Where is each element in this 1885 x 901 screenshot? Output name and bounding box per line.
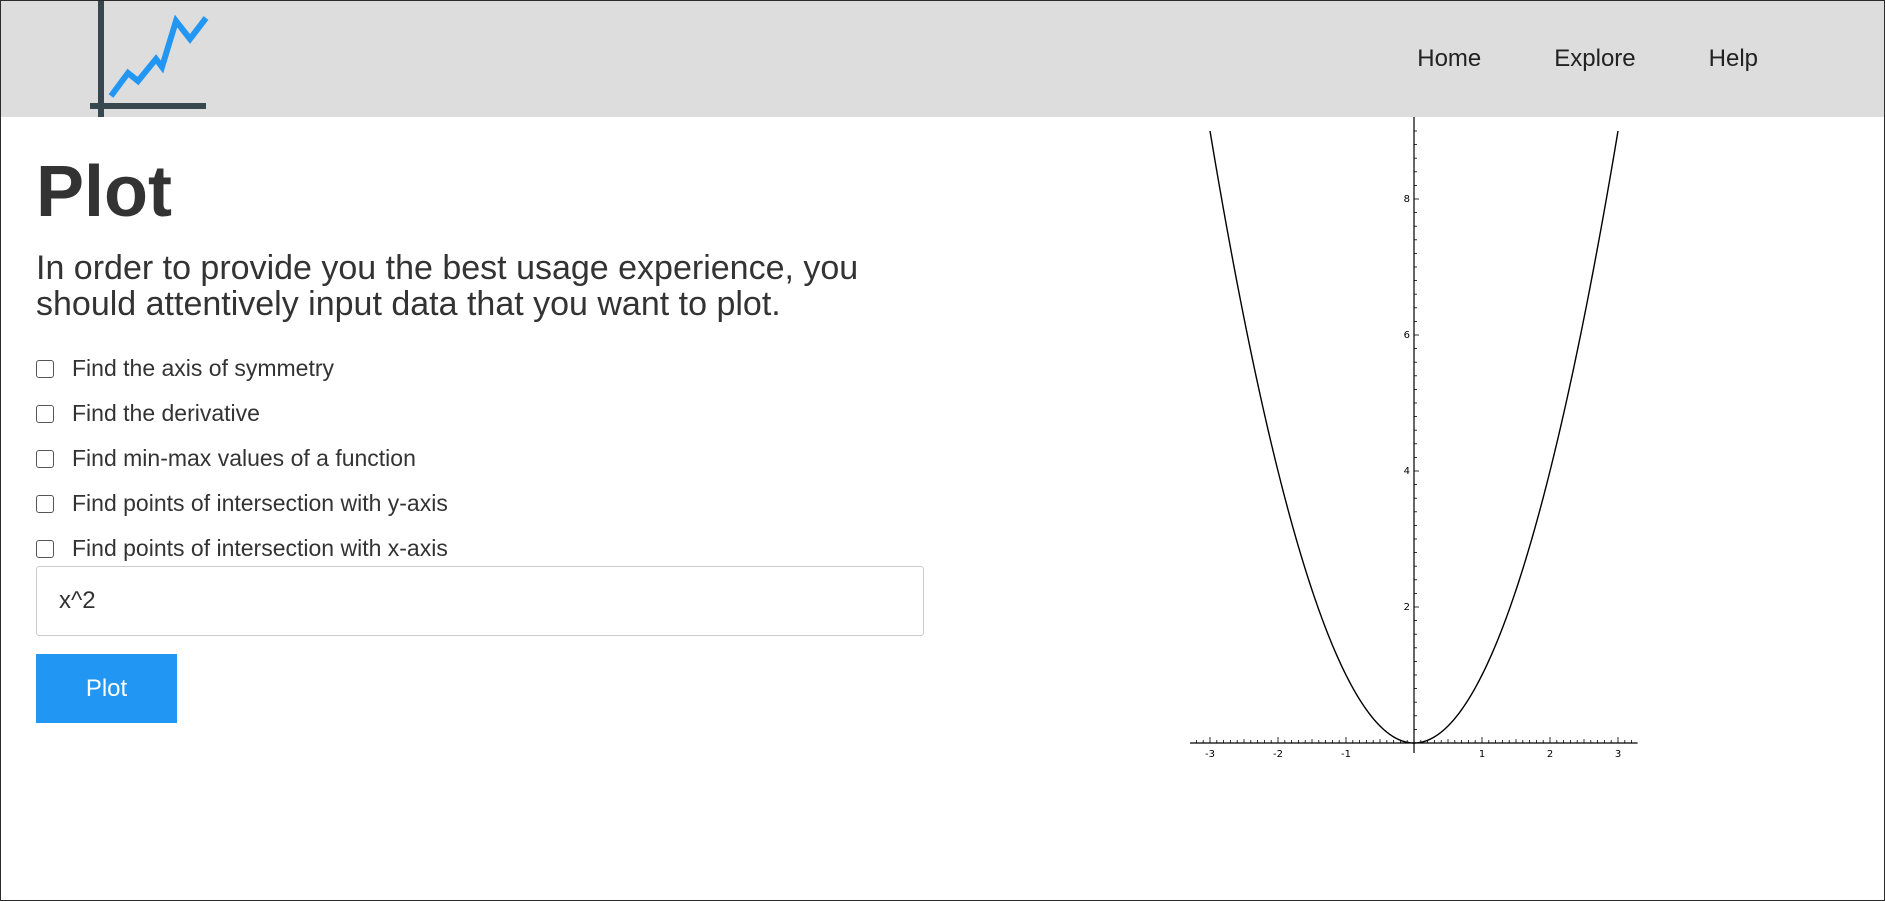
nav-explore-link[interactable]: Explore bbox=[1554, 41, 1635, 77]
checkbox-x-intersection[interactable] bbox=[36, 539, 54, 558]
function-plot: -3 -2 -1 1 2 3 2 4 6 8 bbox=[1190, 117, 1640, 767]
x-tick-label: -2 bbox=[1273, 749, 1283, 760]
y-tick-label: 6 bbox=[1404, 330, 1410, 341]
line-chart-icon[interactable] bbox=[86, 1, 216, 121]
nav-home-link[interactable]: Home bbox=[1417, 41, 1481, 77]
checkbox-derivative[interactable] bbox=[36, 404, 54, 423]
x-tick-label: 3 bbox=[1615, 749, 1621, 760]
option-axis-of-symmetry: Find the axis of symmetry bbox=[36, 346, 448, 391]
x-tick-label: 2 bbox=[1547, 749, 1553, 760]
y-tick-label: 2 bbox=[1404, 602, 1410, 613]
function-input[interactable] bbox=[36, 566, 924, 636]
plot-svg: -3 -2 -1 1 2 3 2 4 6 8 bbox=[1190, 117, 1638, 760]
x-tick-label: -3 bbox=[1205, 749, 1215, 760]
plot-button[interactable]: Plot bbox=[36, 654, 177, 723]
option-label: Find points of intersection with x-axis bbox=[72, 535, 448, 561]
checkbox-axis-of-symmetry[interactable] bbox=[36, 359, 54, 378]
option-label: Find min-max values of a function bbox=[72, 445, 416, 471]
options-list: Find the axis of symmetry Find the deriv… bbox=[36, 346, 448, 571]
x-tick-label: 1 bbox=[1479, 749, 1485, 760]
intro-text: In order to provide you the best usage e… bbox=[36, 249, 859, 323]
x-tick-label: -1 bbox=[1341, 749, 1351, 760]
option-label: Find points of intersection with y-axis bbox=[72, 490, 448, 516]
y-tick-label: 4 bbox=[1404, 466, 1410, 477]
option-y-intersection: Find points of intersection with y-axis bbox=[36, 481, 448, 526]
checkbox-min-max[interactable] bbox=[36, 449, 54, 468]
page-title: Plot bbox=[36, 152, 172, 232]
option-x-intersection: Find points of intersection with x-axis bbox=[36, 526, 448, 571]
y-tick-label: 8 bbox=[1404, 194, 1410, 205]
checkbox-y-intersection[interactable] bbox=[36, 494, 54, 513]
option-label: Find the derivative bbox=[72, 400, 260, 426]
main-nav: Home Explore Help bbox=[1417, 41, 1758, 77]
option-min-max: Find min-max values of a function bbox=[36, 436, 448, 481]
header-bar: Home Explore Help bbox=[1, 1, 1884, 117]
option-label: Find the axis of symmetry bbox=[72, 355, 335, 381]
nav-help-link[interactable]: Help bbox=[1709, 41, 1758, 77]
option-derivative: Find the derivative bbox=[36, 391, 448, 436]
